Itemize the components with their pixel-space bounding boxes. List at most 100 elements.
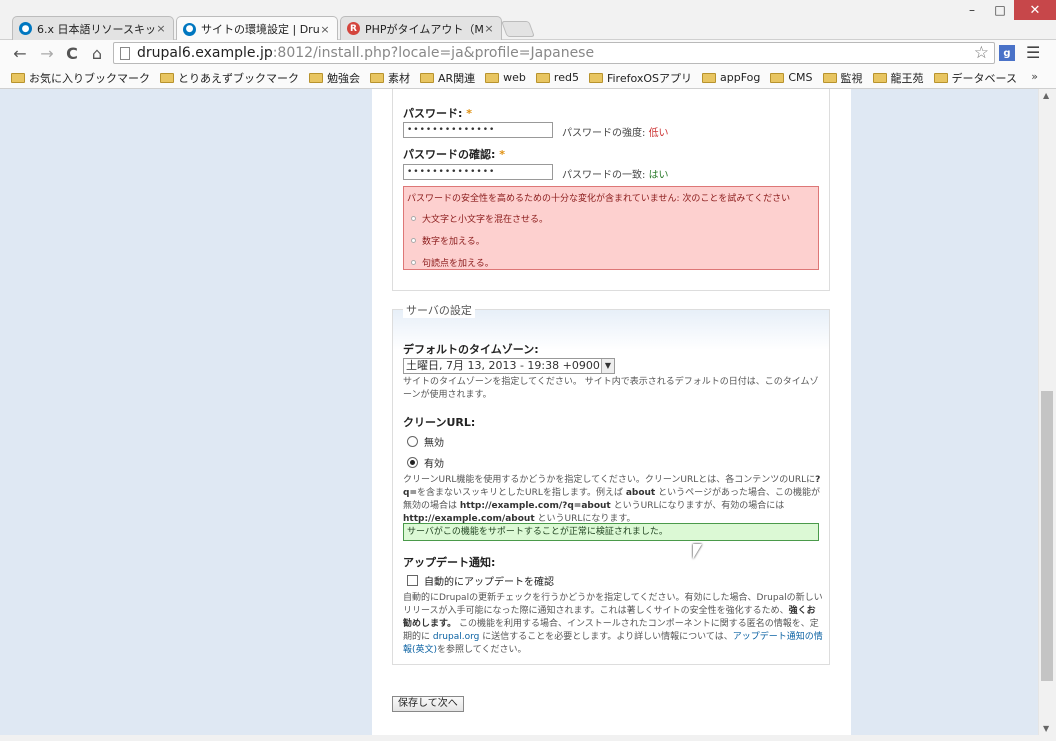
- timezone-select[interactable]: 土曜日, 7月 13, 2013 - 19:38 +0900 ▼: [403, 358, 615, 374]
- strength-value: 低い: [648, 128, 669, 139]
- drupal-icon: ●: [183, 22, 196, 36]
- update-description: 自動的にDrupalの更新チェックを行うかどうかを指定してください。有効にした場…: [403, 593, 823, 655]
- more-bookmarks-button[interactable]: »: [1031, 70, 1038, 83]
- password-strength: パスワードの強度: 低い: [562, 128, 669, 139]
- window-controls: – □ ✕: [958, 0, 1056, 22]
- bookmark-folder[interactable]: appFog: [702, 71, 760, 84]
- url-path: :8012/install.php?locale=ja&profile=Japa…: [272, 45, 595, 61]
- drupal-icon: ●: [19, 22, 32, 35]
- folder-icon: [420, 72, 434, 83]
- back-button[interactable]: ←: [10, 43, 30, 63]
- server-settings-fieldset: サーバの設定 デフォルトのタイムゾーン: 土曜日, 7月 13, 2013 - …: [392, 302, 830, 665]
- bookmark-folder[interactable]: web: [485, 71, 526, 84]
- folder-icon: [770, 72, 785, 83]
- bookmark-star-icon[interactable]: ☆: [974, 43, 989, 63]
- bullet-icon: [411, 216, 416, 221]
- tab-strip: ● 6.x 日本語リソースキット | s × ● サイトの環境設定 | Drup…: [12, 16, 535, 41]
- list-item: 大文字と小文字を混在させる。: [411, 212, 815, 225]
- minimize-button[interactable]: –: [958, 0, 986, 20]
- radio-button[interactable]: [407, 457, 418, 468]
- folder-icon: [933, 72, 948, 83]
- page-icon: [120, 46, 130, 60]
- bookmark-folder[interactable]: データベース: [933, 70, 1017, 86]
- clean-url-disabled-option[interactable]: 無効: [407, 434, 444, 449]
- password-warning-box: パスワードの安全性を高めるための十分な変化が含まれていません: 次のことを試みて…: [403, 186, 819, 270]
- folder-icon: [485, 72, 500, 83]
- browser-toolbar: ← → C ⌂ drupal6.example.jp:8012/install.…: [0, 40, 1056, 67]
- radio-button[interactable]: [407, 436, 418, 447]
- bookmark-folder[interactable]: 監視: [822, 70, 863, 86]
- list-item: 数字を加える。: [411, 234, 815, 247]
- password-input[interactable]: ••••••••••••••: [403, 122, 553, 138]
- folder-icon: [370, 72, 384, 83]
- url-host: drupal6.example.jp: [137, 45, 273, 61]
- close-window-button[interactable]: ✕: [1014, 0, 1056, 20]
- clean-url-label: クリーンURL:: [403, 416, 476, 429]
- forward-button[interactable]: →: [37, 43, 57, 63]
- horizontal-scrollbar: [0, 735, 1056, 741]
- tab-label: サイトの環境設定 | Drupal: [201, 23, 319, 36]
- google-extension-icon[interactable]: g: [999, 45, 1015, 61]
- folder-icon: [822, 72, 837, 83]
- timezone-label: デフォルトのタイムゾーン:: [403, 343, 539, 356]
- warning-message: パスワードの安全性を高めるための十分な変化が含まれていません: 次のことを試みて…: [407, 194, 791, 204]
- bookmark-folder[interactable]: 龍王苑: [872, 70, 924, 86]
- confirm-password-label: パスワードの確認: *: [403, 148, 506, 161]
- reload-button[interactable]: C: [62, 43, 82, 63]
- password-label: パスワード: *: [403, 107, 473, 120]
- menu-icon[interactable]: ☰: [1026, 43, 1040, 62]
- drupal-org-link[interactable]: drupal.org: [433, 632, 479, 642]
- bookmarks-bar: お気に入りブックマーク とりあえずブックマーク 勉強会 素材 AR関連 web …: [0, 67, 1056, 89]
- browser-titlebar: ● 6.x 日本語リソースキット | s × ● サイトの環境設定 | Drup…: [0, 0, 1056, 41]
- address-bar[interactable]: drupal6.example.jp:8012/install.php?loca…: [113, 42, 995, 64]
- confirm-password-input[interactable]: ••••••••••••••: [403, 164, 553, 180]
- clean-url-ok-message: サーバがこの機能をサポートすることが正常に検証されました。: [403, 523, 819, 541]
- r-icon: R: [347, 22, 360, 35]
- bookmark-folder[interactable]: FirefoxOSアプリ: [588, 70, 692, 86]
- folder-icon: [702, 72, 716, 83]
- update-notification-label: アップデート通知:: [403, 556, 496, 569]
- save-and-continue-button[interactable]: 保存して次へ: [392, 696, 464, 712]
- bookmark-folder[interactable]: 勉強会: [309, 70, 360, 86]
- scroll-down-icon[interactable]: ▼: [1043, 724, 1049, 733]
- maximize-button[interactable]: □: [986, 0, 1014, 20]
- checkbox[interactable]: [407, 575, 418, 586]
- timezone-value: 土曜日, 7月 13, 2013 - 19:38 +0900: [406, 359, 600, 372]
- tab-site-settings[interactable]: ● サイトの環境設定 | Drupal ×: [176, 16, 338, 41]
- close-icon[interactable]: ×: [319, 23, 331, 36]
- bullet-icon: [411, 260, 416, 265]
- fieldset-legend: サーバの設定: [403, 302, 475, 318]
- close-icon[interactable]: ×: [483, 22, 495, 35]
- scrollbar-thumb[interactable]: [1041, 391, 1053, 681]
- tab-php-timeout[interactable]: R PHPがタイムアウト（Maxim ×: [340, 16, 502, 40]
- folder-icon: [535, 72, 550, 83]
- mouse-cursor-icon: [693, 544, 702, 559]
- folder-icon: [872, 72, 887, 83]
- tab-label: 6.x 日本語リソースキット | s: [37, 22, 155, 36]
- clean-url-description: クリーンURL機能を使用するかどうかを指定してください。クリーンURLとは、各コ…: [403, 475, 821, 524]
- vertical-scrollbar[interactable]: ▲ ▼: [1038, 89, 1056, 735]
- bookmark-folder[interactable]: とりあえずブックマーク: [160, 70, 299, 86]
- password-match: パスワードの一致: はい: [562, 170, 669, 181]
- required-mark: *: [499, 148, 506, 161]
- bookmark-folder[interactable]: お気に入りブックマーク: [11, 70, 150, 86]
- page-viewport: パスワード: * •••••••••••••• パスワードの強度: 低い パスワ…: [0, 89, 1038, 735]
- required-mark: *: [466, 107, 473, 120]
- list-item: 句読点を加える。: [411, 256, 815, 269]
- home-button[interactable]: ⌂: [87, 43, 107, 63]
- bookmark-folder[interactable]: 素材: [370, 70, 410, 86]
- bookmark-folder[interactable]: red5: [535, 71, 579, 84]
- install-form: パスワード: * •••••••••••••• パスワードの強度: 低い パスワ…: [372, 89, 851, 735]
- bullet-icon: [411, 238, 416, 243]
- bookmark-folder[interactable]: CMS: [770, 71, 813, 84]
- folder-icon: [588, 72, 603, 83]
- auto-update-check-option[interactable]: 自動的にアップデートを確認: [407, 573, 554, 588]
- tab-drupal-resource-kit[interactable]: ● 6.x 日本語リソースキット | s ×: [12, 16, 174, 40]
- scroll-up-icon[interactable]: ▲: [1043, 91, 1049, 100]
- bookmark-folder[interactable]: AR関連: [420, 70, 475, 86]
- close-icon[interactable]: ×: [155, 22, 167, 35]
- clean-url-enabled-option[interactable]: 有効: [407, 455, 444, 470]
- new-tab-button[interactable]: [501, 21, 535, 37]
- chevron-down-icon: ▼: [601, 359, 614, 373]
- folder-icon: [309, 72, 323, 83]
